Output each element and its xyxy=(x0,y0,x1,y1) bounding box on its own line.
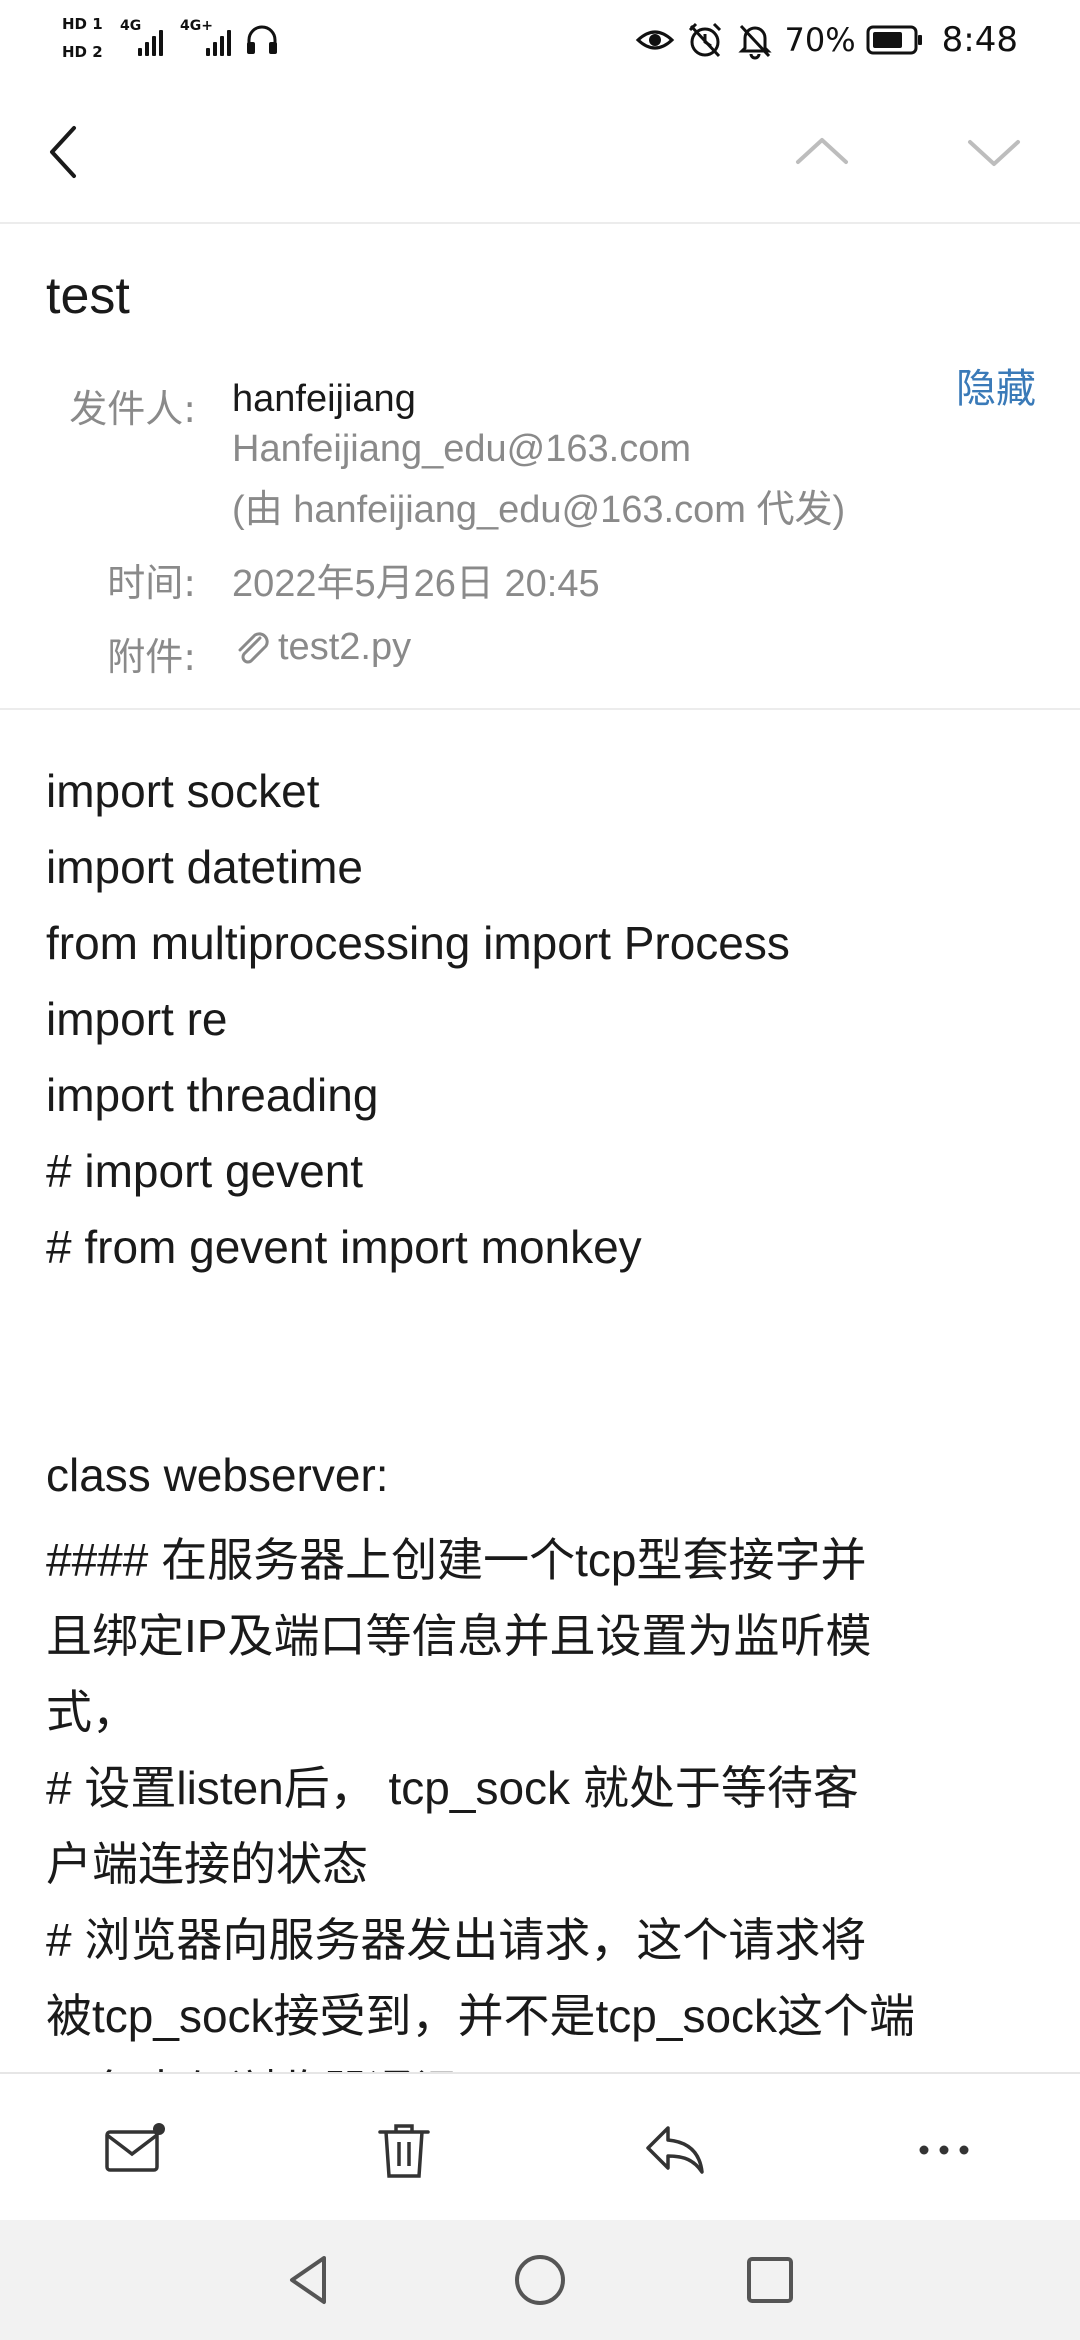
nav-recents-button[interactable] xyxy=(740,2250,800,2310)
sim-indicators: HD 1 HD 2 xyxy=(62,14,112,70)
mail-header: test 隐藏 发件人: hanfeijiang Hanfeijiang_edu… xyxy=(0,226,1080,710)
body-line: # import gevent xyxy=(46,1145,364,1197)
headphones-icon xyxy=(247,25,277,54)
body-line: # 浏览器向服务器发出请求，这个请求将 xyxy=(46,1914,867,1966)
next-mail-button[interactable] xyxy=(958,116,1030,188)
body-line: from multiprocessing import Process xyxy=(46,917,790,969)
body-line: # 设置listen后， tcp_sock 就处于等待客 xyxy=(46,1762,859,1814)
paperclip-icon xyxy=(238,631,269,663)
battery-icon xyxy=(866,25,922,55)
body-line: 被tcp_sock接受到，并不是tcp_sock这个端 xyxy=(46,1990,916,2042)
time-label: 时间: xyxy=(107,561,196,605)
sender-proxy: (由 hanfeijiang_edu@163.com 代发) xyxy=(232,489,846,531)
status-right: 70% 8:48 xyxy=(635,18,1018,62)
status-bar: HD 1 HD 2 4G 4G+ 70% 8:48 xyxy=(0,0,1080,80)
app-bar xyxy=(0,80,1080,224)
mark-unread-icon xyxy=(105,2123,165,2172)
eye-icon xyxy=(635,30,674,50)
signal-1-icon: 4G xyxy=(120,18,176,56)
nav-back-icon xyxy=(290,2256,326,2304)
mark-unread-button[interactable] xyxy=(102,2118,166,2182)
back-button[interactable] xyxy=(30,116,102,188)
signal-2-icon: 4G+ xyxy=(180,18,242,56)
body-line: 且绑定IP及端口等信息并且设置为监听模 xyxy=(46,1610,872,1662)
body-line: import re xyxy=(46,993,228,1045)
alarm-icon xyxy=(688,22,721,58)
body-line: import threading xyxy=(46,1069,379,1121)
attachment-item[interactable]: test2.py xyxy=(232,626,411,669)
delete-button[interactable] xyxy=(372,2118,436,2182)
chevron-left-icon xyxy=(50,126,76,178)
more-icon xyxy=(919,2145,969,2155)
more-button[interactable] xyxy=(912,2118,976,2182)
battery-percent: 70% xyxy=(784,21,856,59)
bottom-toolbar xyxy=(0,2072,1080,2220)
body-line: class webserver: xyxy=(46,1449,389,1501)
clock: 8:48 xyxy=(941,20,1018,60)
sim1-indicator: HD 1 xyxy=(62,15,103,33)
reply-button[interactable] xyxy=(642,2118,706,2182)
body-line: 式， xyxy=(46,1686,138,1738)
nav-back-button[interactable] xyxy=(280,2250,340,2310)
attachment-name: test2.py xyxy=(278,626,412,668)
body-line: # from gevent import monkey xyxy=(46,1221,642,1273)
body-line: 口负责与浏览器通讯 xyxy=(46,2056,1046,2072)
hide-details-link[interactable]: 隐藏 xyxy=(956,356,1036,414)
system-nav-bar xyxy=(0,2220,1080,2340)
body-line: 户端连接的状态 xyxy=(46,1838,368,1890)
mail-subject: test xyxy=(46,267,130,325)
nav-recents-icon xyxy=(747,2257,793,2303)
sender-email[interactable]: Hanfeijiang_edu@163.com xyxy=(232,428,691,471)
sim2-indicator: HD 2 xyxy=(62,43,103,61)
nav-home-button[interactable] xyxy=(510,2250,570,2310)
mail-body: import socket import datetime from multi… xyxy=(0,712,1080,2072)
body-line: import socket xyxy=(46,765,320,817)
attachment-label: 附件: xyxy=(107,635,196,679)
network-type-1: 4G xyxy=(120,18,142,34)
previous-mail-button[interactable] xyxy=(786,116,858,188)
from-label: 发件人: xyxy=(69,387,196,431)
sender-name[interactable]: hanfeijiang xyxy=(232,378,416,421)
delete-icon xyxy=(378,2124,430,2178)
body-line: import datetime xyxy=(46,841,364,893)
body-line: #### 在服务器上创建一个tcp型套接字并 xyxy=(46,1534,867,1586)
chevron-down-icon xyxy=(968,140,1020,166)
chevron-up-icon xyxy=(796,138,848,164)
mute-icon xyxy=(737,24,772,60)
reply-icon xyxy=(646,2126,704,2174)
time-value: 2022年5月26日 20:45 xyxy=(232,563,600,605)
network-type-2: 4G+ xyxy=(180,18,213,34)
nav-home-icon xyxy=(515,2255,565,2305)
